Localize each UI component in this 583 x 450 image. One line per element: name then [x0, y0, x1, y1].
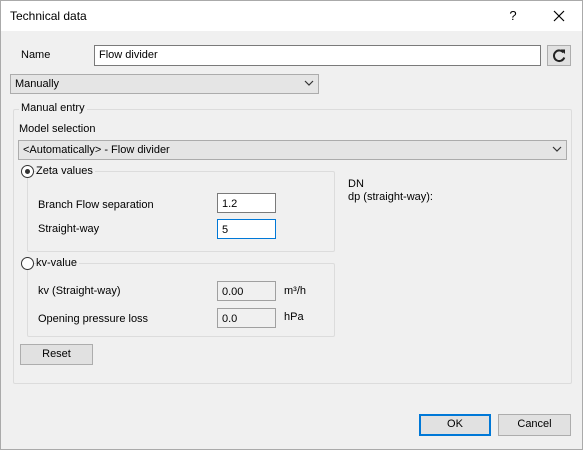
straight-way-label: Straight-way	[38, 223, 100, 235]
refresh-button[interactable]	[547, 45, 571, 66]
mode-select[interactable]: Manually	[10, 74, 319, 94]
zeta-values-label[interactable]: Zeta values	[36, 165, 95, 177]
model-selection-select[interactable]: <Automatically> - Flow divider	[18, 140, 567, 160]
kv-value-label[interactable]: kv-value	[36, 257, 79, 269]
zeta-values-group	[27, 171, 335, 252]
opening-pressure-loss-label: Opening pressure loss	[38, 313, 149, 325]
reset-button[interactable]: Reset	[20, 344, 93, 365]
dn-label: DN	[348, 178, 364, 190]
kv-straight-way-label: kv (Straight-way)	[38, 285, 121, 297]
branch-flow-label: Branch Flow separation	[38, 199, 154, 211]
title-bar: Technical data ?	[1, 1, 582, 31]
branch-flow-input[interactable]: 1.2	[217, 193, 276, 213]
model-selection-label: Model selection	[19, 123, 96, 135]
name-label: Name	[21, 49, 51, 61]
close-button[interactable]	[536, 1, 582, 31]
kv-value-radio[interactable]	[21, 257, 34, 270]
name-input[interactable]: Flow divider	[94, 45, 541, 66]
cancel-button[interactable]: Cancel	[498, 414, 571, 436]
opening-pressure-loss-input: 0.0	[217, 308, 276, 328]
refresh-icon	[553, 49, 566, 62]
technical-data-dialog: Technical data ? Name Flow divider Manua…	[0, 0, 583, 450]
model-selection-value: <Automatically> - Flow divider	[23, 144, 170, 156]
ok-button[interactable]: OK	[419, 414, 491, 436]
pressure-unit-label: hPa	[284, 311, 304, 323]
zeta-values-radio[interactable]	[21, 165, 34, 178]
dp-straight-way-label: dp (straight-way):	[348, 191, 433, 203]
radio-selected-dot	[25, 169, 30, 174]
close-icon	[553, 10, 565, 22]
window-title: Technical data	[10, 9, 87, 23]
help-button[interactable]: ?	[498, 1, 528, 31]
kv-unit-label: m³/h	[284, 285, 306, 297]
mode-select-value: Manually	[15, 78, 60, 90]
chevron-down-icon	[552, 146, 562, 152]
straight-way-input[interactable]: 5	[217, 219, 276, 239]
kv-straight-way-input: 0.00	[217, 281, 276, 301]
chevron-down-icon	[304, 80, 314, 86]
kv-value-group	[27, 263, 335, 337]
manual-entry-title: Manual entry	[19, 102, 87, 114]
